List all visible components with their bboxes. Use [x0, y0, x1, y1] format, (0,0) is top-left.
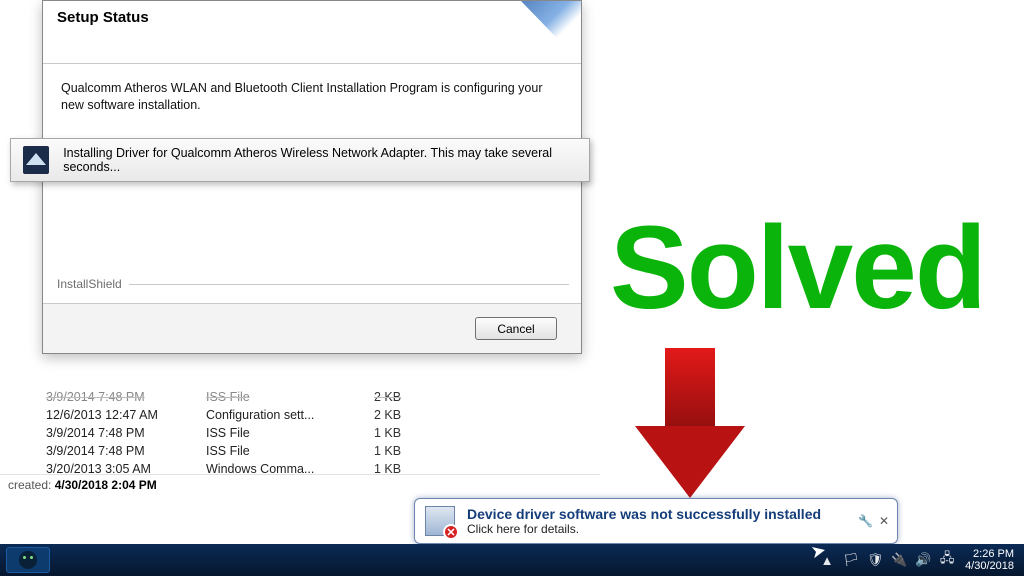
- tray-icon[interactable]: 🔊: [915, 552, 931, 568]
- explorer-statusbar: created: 4/30/2018 2:04 PM: [0, 474, 600, 494]
- balloon-tools: 🔧 ✕: [858, 514, 889, 528]
- dialog-footer: Cancel: [43, 303, 581, 353]
- dialog-header: Setup Status: [43, 1, 581, 63]
- cell-size: 1 KB: [374, 442, 454, 460]
- page-curl-decoration: [521, 1, 581, 63]
- dialog-body-text: Qualcomm Atheros WLAN and Bluetooth Clie…: [61, 80, 563, 114]
- statusbar-value: 4/30/2018 2:04 PM: [55, 478, 157, 492]
- clock-time: 2:26 PM: [965, 548, 1014, 560]
- balloon-title: Device driver software was not successfu…: [467, 506, 821, 522]
- table-row[interactable]: 3/9/2014 7:48 PMISS File2 KB: [46, 388, 454, 406]
- file-table: 3/9/2014 7:48 PMISS File2 KB12/6/2013 12…: [46, 388, 454, 478]
- tray-icon[interactable]: ▲: [819, 552, 835, 568]
- file-list: 3/9/2014 7:48 PMISS File2 KB12/6/2013 12…: [46, 388, 454, 478]
- cell-date: 12/6/2013 12:47 AM: [46, 406, 206, 424]
- installshield-label: InstallShield: [57, 277, 122, 291]
- taskbar-clock[interactable]: 2:26 PM 4/30/2018: [965, 548, 1014, 572]
- cell-size: 2 KB: [374, 406, 454, 424]
- table-row[interactable]: 3/9/2014 7:48 PMISS File1 KB: [46, 442, 454, 460]
- tray-icon[interactable]: 🔌: [891, 552, 907, 568]
- cell-type: Configuration sett...: [206, 406, 374, 424]
- system-tray: ▲ 🏳 🛡 🔌 🔊 🖧 2:26 PM 4/30/2018: [819, 548, 1024, 572]
- app-face-icon: [19, 551, 37, 569]
- table-row[interactable]: 12/6/2013 12:47 AMConfiguration sett...2…: [46, 406, 454, 424]
- tray-icon[interactable]: 🏳: [843, 552, 859, 568]
- clock-date: 4/30/2018: [965, 560, 1014, 572]
- progress-popup: Installing Driver for Qualcomm Atheros W…: [10, 138, 590, 182]
- cancel-button[interactable]: Cancel: [475, 317, 557, 340]
- tray-icon[interactable]: 🛡: [867, 552, 883, 568]
- error-badge-icon: ✕: [443, 524, 459, 540]
- table-row[interactable]: 3/9/2014 7:48 PMISS File1 KB: [46, 424, 454, 442]
- taskbar: ➤ ▲🏳🛡🔌🔊🖧 2:26 PM 4/30/2018: [0, 544, 1024, 576]
- balloon-subtitle: Click here for details.: [467, 522, 821, 536]
- cell-date: 3/9/2014 7:48 PM: [46, 442, 206, 460]
- taskbar-app-button[interactable]: [6, 547, 50, 573]
- notification-balloon[interactable]: ✕ Device driver software was not success…: [414, 498, 898, 544]
- balloon-text: Device driver software was not successfu…: [467, 506, 821, 536]
- cell-type: ISS File: [206, 388, 374, 406]
- dialog-title: Setup Status: [57, 9, 149, 26]
- statusbar-label: created:: [8, 478, 51, 492]
- overlay-arrow-icon: [635, 348, 725, 500]
- cell-date: 3/9/2014 7:48 PM: [46, 388, 206, 406]
- cell-date: 3/9/2014 7:48 PM: [46, 424, 206, 442]
- cell-type: ISS File: [206, 424, 374, 442]
- balloon-settings-icon[interactable]: 🔧: [858, 514, 873, 528]
- installer-icon: [23, 146, 49, 174]
- cell-type: ISS File: [206, 442, 374, 460]
- dialog-body: Qualcomm Atheros WLAN and Bluetooth Clie…: [43, 63, 581, 303]
- tray-icon[interactable]: 🖧: [939, 552, 955, 568]
- balloon-device-icon: ✕: [423, 504, 457, 538]
- progress-text: Installing Driver for Qualcomm Atheros W…: [63, 146, 577, 174]
- overlay-solved-text: Solved: [610, 200, 985, 336]
- cell-size: 1 KB: [374, 424, 454, 442]
- balloon-close-icon[interactable]: ✕: [879, 514, 889, 528]
- cell-size: 2 KB: [374, 388, 454, 406]
